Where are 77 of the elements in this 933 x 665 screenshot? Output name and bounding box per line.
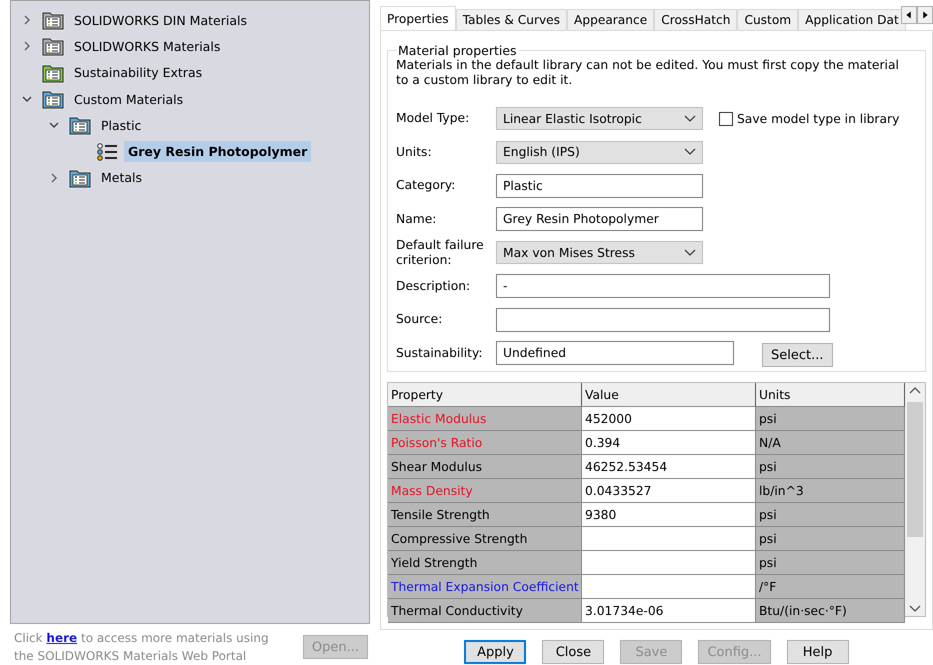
units-cell: N/A	[756, 431, 905, 455]
chevron-down-icon	[684, 248, 696, 257]
value-cell[interactable]	[582, 551, 756, 575]
material-list-icon	[96, 142, 118, 162]
input-field[interactable]: Undefined	[496, 341, 734, 366]
tab[interactable]: Application Dat	[798, 9, 906, 30]
input-field[interactable]	[496, 308, 830, 332]
column-header[interactable]: Value	[582, 383, 756, 407]
tab[interactable]: Custom	[737, 9, 798, 30]
input-field[interactable]: Grey Resin Photopolymer	[496, 207, 703, 232]
tab[interactable]: Tables & Curves	[456, 9, 568, 30]
select-button[interactable]: Select...	[762, 343, 833, 368]
column-header[interactable]: Units	[756, 383, 905, 407]
input-field[interactable]: Plastic	[496, 174, 703, 198]
value-cell[interactable]: 46252.53454	[582, 455, 756, 479]
units-cell: psi	[756, 503, 905, 527]
tree-item[interactable]: Custom Materials	[70, 88, 188, 110]
dropdown[interactable]: English (IPS)	[496, 140, 703, 164]
chevron-down-icon	[684, 114, 696, 123]
tree-item[interactable]: Sustainability Extras	[70, 62, 206, 84]
value-cell[interactable]: 452000	[582, 407, 756, 431]
tab[interactable]: Properties	[380, 6, 456, 30]
units-cell: psi	[756, 551, 905, 575]
tree-item[interactable]: SOLIDWORKS Materials	[70, 36, 224, 57]
field-label: Source:	[396, 312, 444, 328]
field-label: Sustainability:	[396, 346, 484, 361]
property-cell: Thermal Conductivity	[388, 599, 582, 623]
tree-item[interactable]: Metals	[97, 167, 146, 188]
value-cell[interactable]: 3.01734e-06	[582, 599, 756, 623]
portal-hint-text: Click here to access more materials using the SOLIDWORKS Materials Web Portal	[14, 630, 270, 665]
dropdown[interactable]: Max von Mises Stress	[496, 241, 703, 264]
property-cell: Shear Modulus	[388, 455, 582, 479]
units-cell: lb/in^3	[756, 479, 905, 503]
here-link[interactable]: here	[46, 631, 78, 645]
property-cell: Compressive Strength	[388, 527, 582, 551]
property-cell: Tensile Strength	[388, 503, 582, 527]
save-model-type-checkbox[interactable]: Save model type in library	[719, 112, 900, 126]
dialog-button[interactable]: Help	[786, 640, 849, 664]
tab[interactable]: Appearance	[567, 9, 654, 30]
property-cell: Poisson's Ratio	[388, 431, 582, 455]
field-label: Default failure criterion:	[396, 238, 485, 268]
chevron-down-icon	[684, 148, 696, 156]
dropdown[interactable]: Linear Elastic Isotropic	[496, 107, 703, 130]
value-cell[interactable]: 0.0433527	[582, 479, 756, 503]
tree-item[interactable]: SOLIDWORKS DIN Materials	[70, 10, 251, 31]
property-cell: Elastic Modulus	[388, 407, 582, 431]
field-label: Description:	[396, 278, 472, 294]
field-label: Name:	[396, 212, 438, 227]
dialog-button[interactable]: Apply	[464, 640, 526, 664]
group-title: Material properties	[397, 43, 518, 58]
value-cell[interactable]: 0.394	[582, 431, 756, 455]
property-cell: Mass Density	[388, 479, 582, 503]
units-cell: psi	[756, 455, 905, 479]
scroll-down-icon[interactable]	[909, 605, 921, 613]
column-header[interactable]: Property	[388, 383, 582, 407]
units-cell: Btu/(in·sec·°F)	[756, 599, 905, 623]
scroll-left-icon[interactable]	[901, 6, 917, 24]
notice-text: Materials in the default library can not be edited. You must first copy the material to a custom library to edit it.	[396, 58, 900, 88]
scrollbar[interactable]	[905, 383, 925, 616]
units-cell: psi	[756, 407, 905, 431]
field-label: Units:	[396, 144, 433, 160]
scroll-up-icon[interactable]	[909, 386, 921, 394]
units-cell: /°F	[756, 575, 905, 599]
input-field[interactable]: -	[496, 274, 830, 298]
dialog-button[interactable]: Close	[542, 640, 604, 664]
value-cell[interactable]	[582, 527, 756, 551]
value-cell[interactable]: 9380	[582, 503, 756, 527]
tree-item[interactable]: Grey Resin Photopolymer	[124, 141, 312, 162]
field-label: Category:	[396, 178, 456, 194]
value-cell[interactable]	[582, 575, 756, 599]
field-label: Model Type:	[396, 111, 470, 126]
property-cell: Yield Strength	[388, 551, 582, 575]
units-cell: psi	[756, 527, 905, 551]
tab[interactable]: CrossHatch	[654, 9, 738, 30]
tree-item[interactable]: Plastic	[97, 114, 146, 136]
property-cell: Thermal Expansion Coefficient	[388, 575, 582, 599]
scroll-right-icon[interactable]	[917, 6, 933, 24]
